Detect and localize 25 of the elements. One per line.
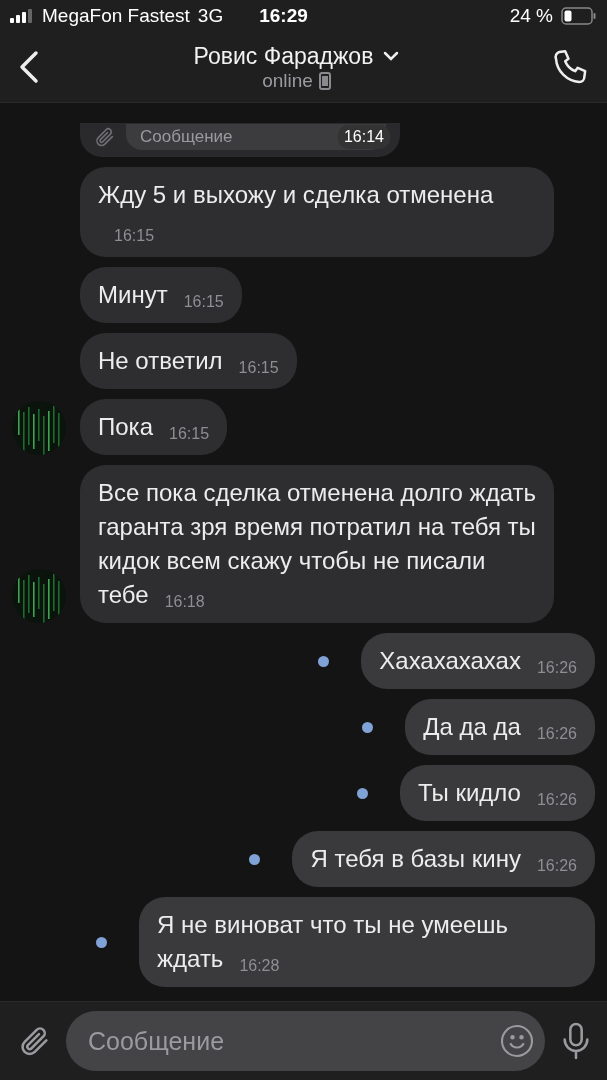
emoji-icon[interactable] [499,1023,535,1059]
image-message[interactable]: Сообщение 16:14 [80,123,400,157]
clock: 16:29 [259,5,308,27]
battery-percent: 24 % [509,5,553,27]
phone-device-icon [318,71,331,90]
message-bubble: Да да да 16:26 [405,699,595,755]
paperclip-icon[interactable] [94,126,116,148]
message-bubble: Я тебя в базы кину 16:26 [292,831,595,887]
chevron-down-icon[interactable] [383,51,400,61]
message-bubble: Минут 16:15 [80,267,242,323]
message-bubble: Жду 5 и выхожу и сделка отменена 16:15 [80,167,554,257]
message-bubble: Я не виноват что ты не умеешь ждать 16:28 [139,897,595,987]
message-bubble: Ты кидло 16:26 [399,765,595,821]
message-field[interactable]: Сообщение [66,1011,545,1071]
message-bubble: Пока 16:15 [80,399,228,455]
carrier-name: MegaFon Fastest [42,5,190,27]
battery-icon [561,7,597,25]
contact-name[interactable]: Ровис Фараджов [193,42,374,70]
online-status: online [262,69,313,92]
message-bubble: Не ответил 16:15 [80,333,297,389]
message-bubble: Все пока сделка отменена долго ждать гаранта зря время потратил на тебя ты кидок всем скажу чтобы не писали тебе 16:18 [80,465,554,623]
signal-icon [10,9,34,23]
message-time: 16:14 [337,125,390,149]
message-bubble: Хахахахахах 16:26 [361,633,595,689]
network-type: 3G [197,5,224,27]
